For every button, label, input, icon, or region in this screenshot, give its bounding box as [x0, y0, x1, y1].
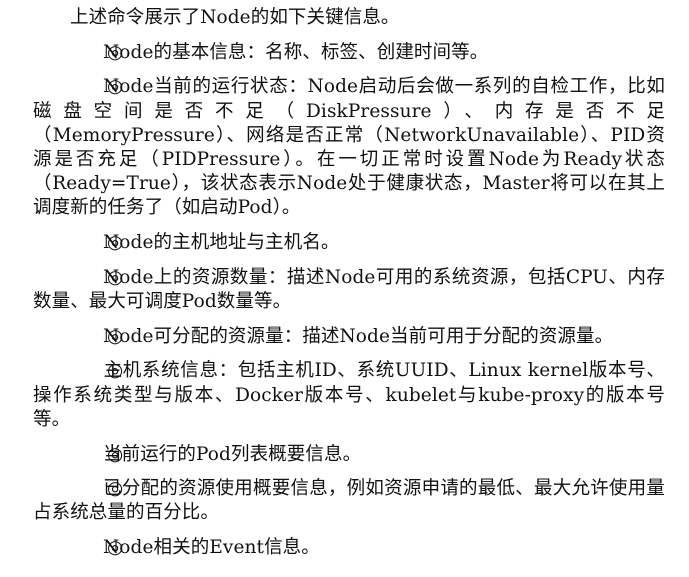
list-item-text: Node相关的Event信息。	[103, 537, 320, 559]
list-item: ◎Node上的资源数量：描述Node可用的系统资源，包括CPU、内存数量、最大可…	[33, 266, 665, 314]
list-item-text: 当前运行的Pod列表概要信息。	[103, 443, 362, 465]
list-item: ◎Node的主机地址与主机名。	[33, 231, 665, 255]
list-item-text: Node可分配的资源量：描述Node当前可用于分配的资源量。	[103, 325, 614, 347]
list-item-text: Node当前的运行状态：Node启动后会做一系列的自检工作，比如磁盘空间是否不足…	[33, 76, 665, 219]
list-item-text: Node的主机地址与主机名。	[103, 232, 340, 254]
bullet-icon: ◎	[107, 232, 124, 254]
list-item: ◎Node当前的运行状态：Node启动后会做一系列的自检工作，比如磁盘空间是否不…	[33, 75, 665, 220]
intro-paragraph: 上述命令展示了Node的如下关键信息。	[70, 7, 400, 28]
list-item: ◎Node的基本信息：名称、标签、创建时间等。	[33, 41, 665, 65]
bullet-icon: ◎	[107, 478, 124, 500]
bullet-icon: ◎	[107, 266, 124, 288]
document-page: 上述命令展示了Node的如下关键信息。 ◎Node的基本信息：名称、标签、创建时…	[0, 0, 689, 577]
bullet-icon: ◎	[107, 41, 124, 63]
list-item: ◎Node可分配的资源量：描述Node当前可用于分配的资源量。	[33, 325, 665, 349]
list-item-text: 主机系统信息：包括主机ID、系统UUID、Linux kernel版本号、操作系…	[33, 360, 665, 430]
list-item: ◎当前运行的Pod列表概要信息。	[33, 443, 665, 467]
list-item-text: Node的基本信息：名称、标签、创建时间等。	[103, 41, 489, 63]
list-item: ◎主机系统信息：包括主机ID、系统UUID、Linux kernel版本号、操作…	[33, 359, 665, 432]
bullet-icon: ◎	[107, 443, 124, 465]
list-item-text: 已分配的资源使用概要信息，例如资源申请的最低、最大允许使用量占系统总量的百分比。	[33, 478, 665, 524]
bullet-icon: ◎	[107, 537, 124, 559]
bullet-icon: ◎	[107, 325, 124, 347]
list-item-text: Node上的资源数量：描述Node可用的系统资源，包括CPU、内存数量、最大可调…	[33, 266, 665, 313]
bullet-icon: ◎	[107, 360, 124, 382]
bullet-icon: ◎	[107, 76, 124, 98]
list-item: ◎已分配的资源使用概要信息，例如资源申请的最低、最大允许使用量占系统总量的百分比…	[33, 477, 665, 525]
list-item: ◎Node相关的Event信息。	[33, 536, 665, 560]
